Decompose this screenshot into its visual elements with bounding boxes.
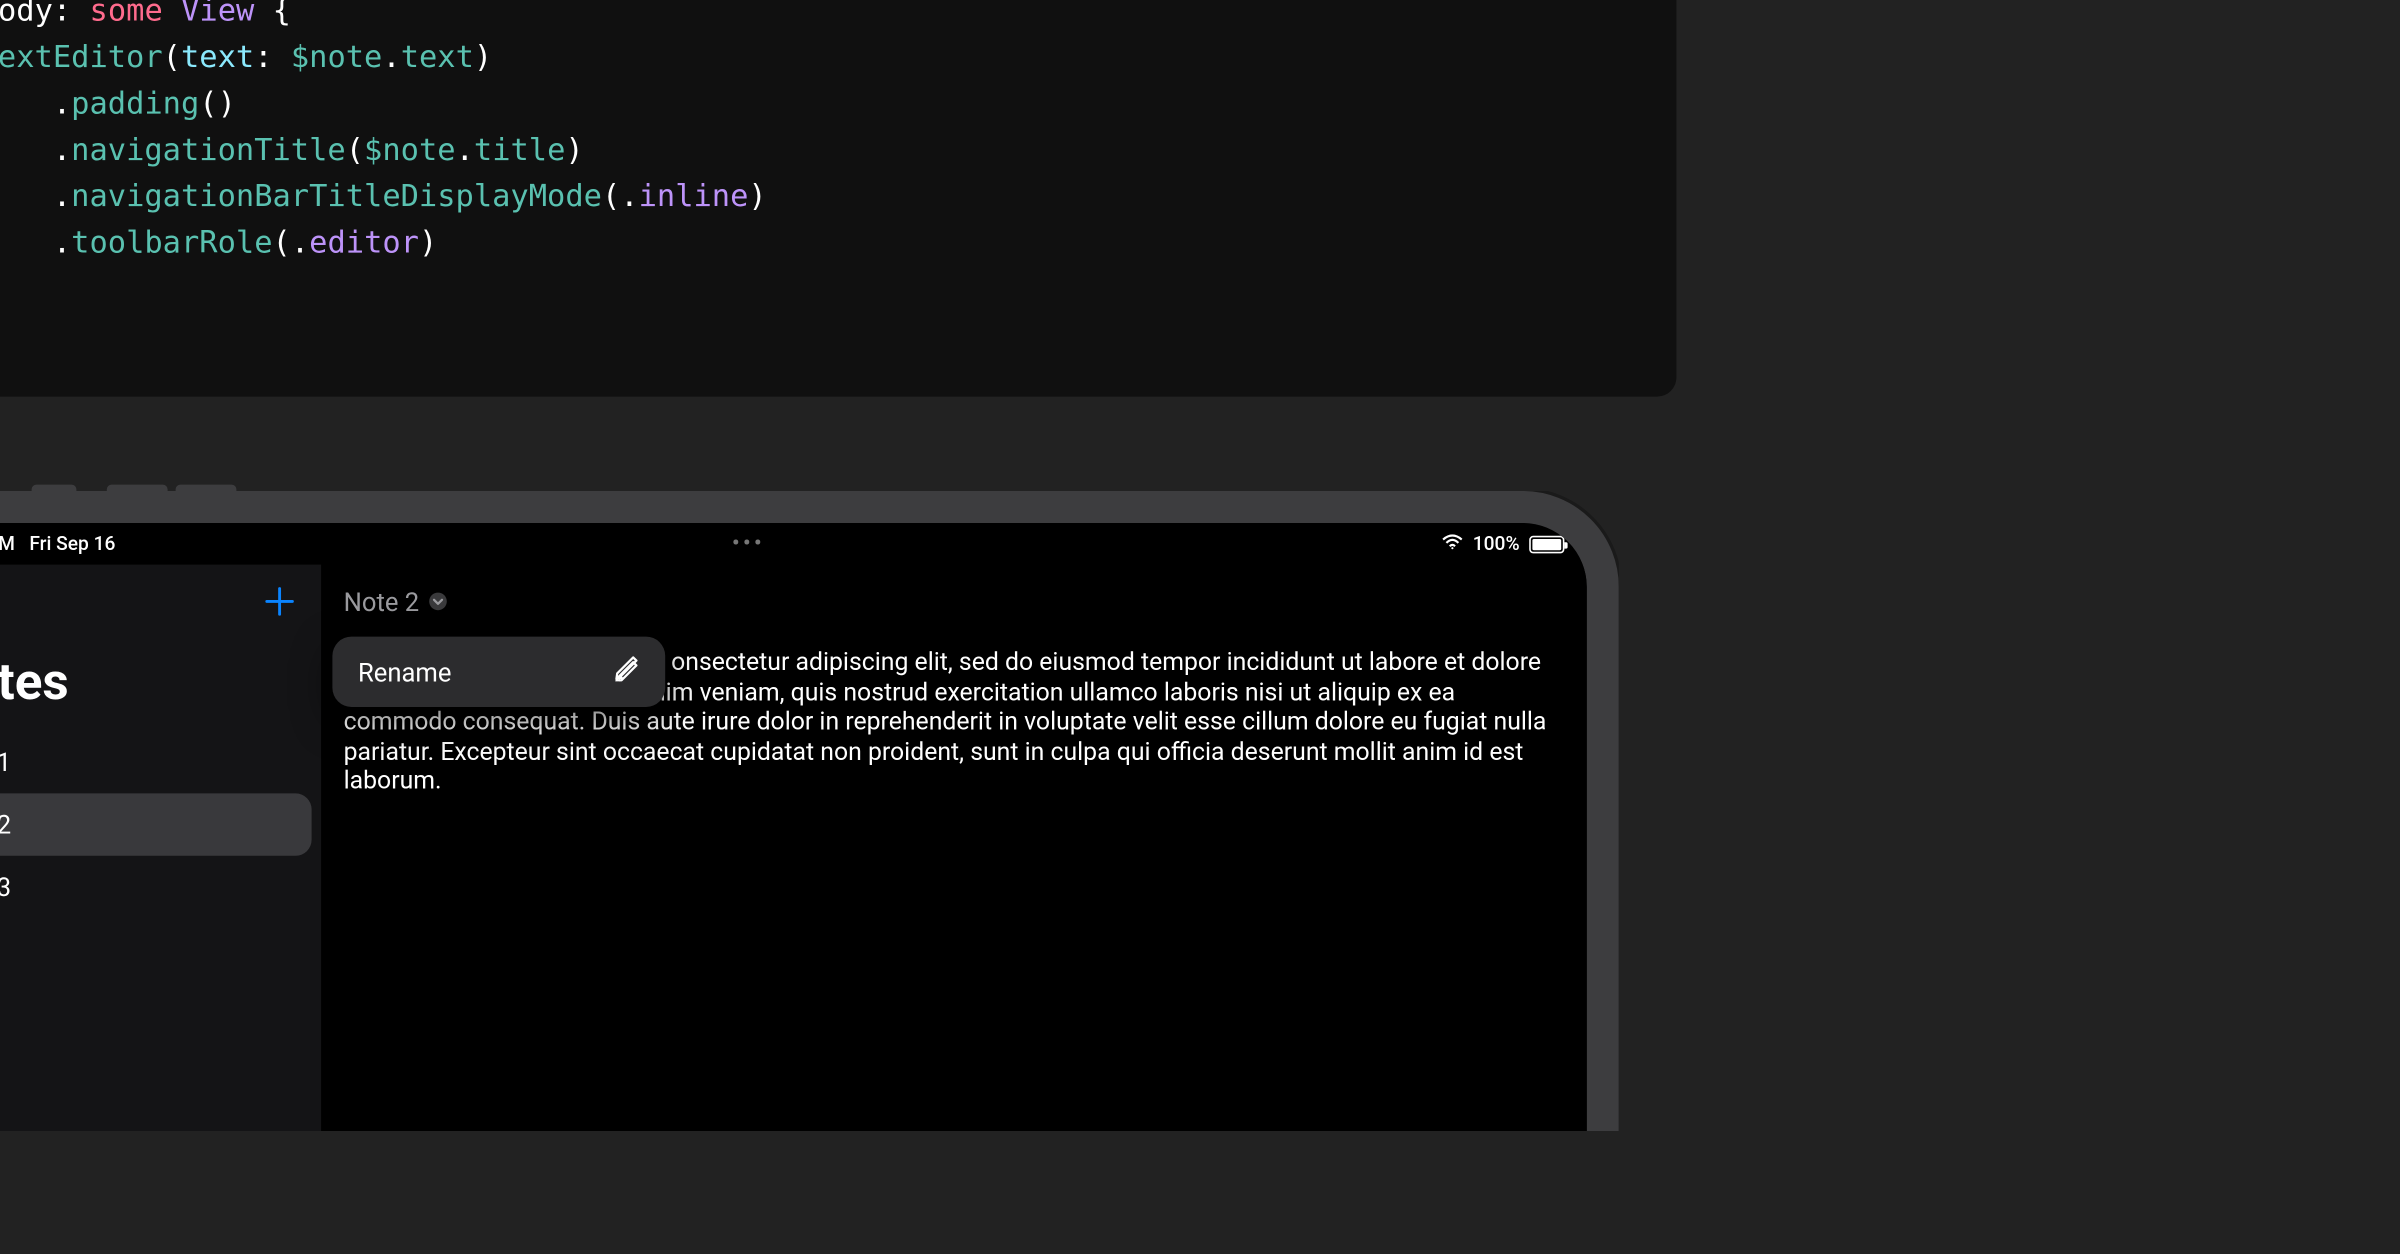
status-battery-pct: 100% xyxy=(1473,533,1520,555)
paren: ) xyxy=(474,40,492,75)
list-item[interactable]: Note 2 xyxy=(0,793,312,855)
dot: . xyxy=(53,133,71,168)
sidebar-title: Notes xyxy=(0,638,321,731)
pencil-icon xyxy=(614,656,640,688)
status-date: Fri Sep 16 xyxy=(29,533,115,555)
status-bar: 11:59 PM Fri Sep 16 ••• 100% xyxy=(0,523,1587,565)
arg-label: text xyxy=(181,40,254,75)
dot: . xyxy=(620,179,638,214)
binding: $note xyxy=(291,40,383,75)
paren: ) xyxy=(565,133,583,168)
paren: ( xyxy=(273,225,291,260)
enum-case: editor xyxy=(309,225,419,260)
colon: : xyxy=(53,0,71,29)
kw-some: some xyxy=(90,0,163,29)
dot: . xyxy=(53,225,71,260)
sidebar: Notes Note 1 Note 2 Note 3 xyxy=(0,565,321,1131)
binding: $note xyxy=(364,133,456,168)
call: navigationBarTitleDisplayMode xyxy=(71,179,602,214)
add-note-button[interactable] xyxy=(257,579,302,624)
call: navigationTitle xyxy=(71,133,346,168)
list-item[interactable]: Note 3 xyxy=(0,856,312,918)
status-time: 11:59 PM xyxy=(0,533,15,555)
colon: : xyxy=(254,40,272,75)
content-pane: Note 2 Rename xyxy=(321,565,1587,1131)
paren: ( xyxy=(602,179,620,214)
field: text xyxy=(401,40,474,75)
dot: . xyxy=(291,225,309,260)
paren: ( xyxy=(163,40,181,75)
code-block: struct NoteView: View { @ObservedObject … xyxy=(0,0,1676,397)
type: View xyxy=(181,0,254,29)
app: Notes Note 1 Note 2 Note 3 Note 2 xyxy=(0,565,1587,1131)
chevron-down-icon[interactable] xyxy=(429,592,448,611)
list-item[interactable]: Note 1 xyxy=(0,731,312,793)
dot: . xyxy=(456,133,474,168)
rename-label: Rename xyxy=(358,657,451,687)
rename-menu-item[interactable]: Rename xyxy=(332,640,665,704)
dot: . xyxy=(53,179,71,214)
note-list: Note 1 Note 2 Note 3 xyxy=(0,731,321,918)
paren: ) xyxy=(419,225,437,260)
title-popover: Rename xyxy=(332,637,665,707)
field: title xyxy=(474,133,566,168)
dot: . xyxy=(382,40,400,75)
nav-title[interactable]: Note 2 xyxy=(344,586,420,616)
multitasking-indicator[interactable]: ••• xyxy=(732,531,765,557)
brace: { xyxy=(273,0,291,29)
wifi-icon xyxy=(1441,533,1463,555)
battery-icon xyxy=(1529,535,1564,553)
prop-name: body xyxy=(0,0,53,29)
device-frame: 11:59 PM Fri Sep 16 ••• 100% xyxy=(0,491,1619,1131)
call: toolbarRole xyxy=(71,225,272,260)
enum-case: inline xyxy=(639,179,749,214)
parens: () xyxy=(199,86,236,121)
dot: . xyxy=(53,86,71,121)
paren: ( xyxy=(346,133,364,168)
call: TextEditor xyxy=(0,40,163,75)
paren: ) xyxy=(748,179,766,214)
call: padding xyxy=(71,86,199,121)
